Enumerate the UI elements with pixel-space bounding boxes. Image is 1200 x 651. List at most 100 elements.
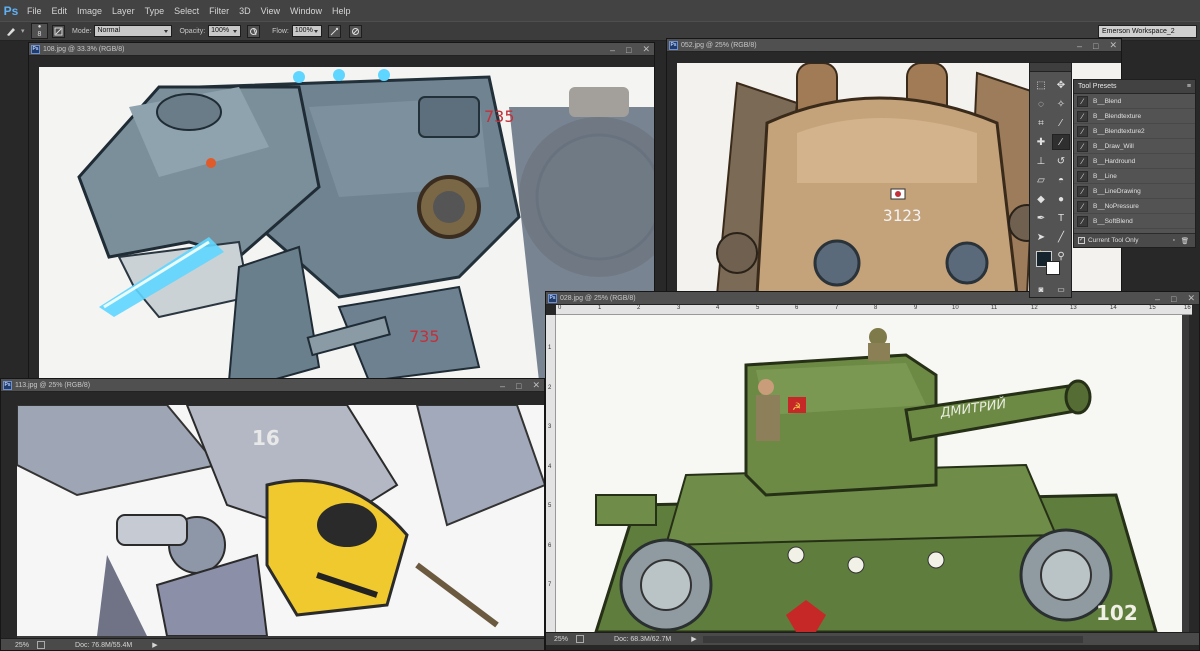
- new-preset-icon[interactable]: ▫: [1173, 237, 1175, 244]
- close-icon[interactable]: ✕: [532, 380, 540, 391]
- airbrush-icon[interactable]: [327, 24, 341, 38]
- brush-panel-toggle-icon[interactable]: [52, 24, 65, 38]
- minimize-icon[interactable]: –: [610, 45, 615, 55]
- type-tool-icon[interactable]: T: [1052, 210, 1070, 226]
- pen-tool-icon[interactable]: ✒: [1032, 210, 1050, 226]
- maximize-icon[interactable]: □: [516, 381, 521, 391]
- maximize-icon[interactable]: □: [626, 45, 631, 55]
- ruler-tick-label: 1: [598, 305, 602, 311]
- panel-menu-icon[interactable]: ≡: [1187, 83, 1191, 90]
- menu-type[interactable]: Type: [140, 6, 170, 16]
- preset-item[interactable]: ∕ B__Blendtexture2: [1074, 124, 1195, 139]
- tools-panel-header[interactable]: [1030, 63, 1071, 72]
- current-tool-only-checkbox[interactable]: ✓: [1078, 237, 1085, 244]
- window-controls: – □ ✕: [1077, 39, 1117, 52]
- document-tab-108[interactable]: Ps 108.jpg @ 33.3% (RGB/8) – □ ✕: [29, 43, 654, 56]
- preset-item[interactable]: ∕ B__LineDrawing: [1074, 184, 1195, 199]
- preset-item[interactable]: ∕ B__NoPressure: [1074, 199, 1195, 214]
- document-tab-113[interactable]: Ps 113.jpg @ 25% (RGB/8) – □ ✕: [1, 379, 544, 392]
- status-info-icon[interactable]: [576, 635, 585, 643]
- background-color-swatch[interactable]: [1046, 261, 1060, 275]
- tools-panel: ⬚ ✥ ◌ ✧ ⌗ ⁄ ✚ ∕ ⊥ ↺ ▱ ◓ ◆ ● ✒ T ➤ ╱ ✋ ⚲ …: [1029, 62, 1072, 298]
- minimize-icon[interactable]: –: [1155, 294, 1160, 304]
- healing-brush-tool-icon[interactable]: ✚: [1032, 134, 1050, 150]
- preset-item[interactable]: ∕ B__Line: [1074, 169, 1195, 184]
- vertical-ruler[interactable]: 1 2 3 4 5 6 7: [546, 315, 556, 632]
- eraser-tool-icon[interactable]: ▱: [1032, 172, 1050, 188]
- status-bar-028: 25% Doc: 68.3M/62.7M ▶: [546, 632, 1199, 645]
- close-icon[interactable]: ✕: [1187, 293, 1195, 304]
- menu-layer[interactable]: Layer: [107, 6, 140, 16]
- history-brush-tool-icon[interactable]: ↺: [1052, 153, 1070, 169]
- brush-tool-icon[interactable]: ∕: [1052, 134, 1070, 150]
- document-window-113: Ps 113.jpg @ 25% (RGB/8) – □ ✕ 16 25% Do: [0, 378, 545, 651]
- blur-tool-icon[interactable]: ◆: [1032, 191, 1050, 207]
- preset-picker-arrow-icon[interactable]: ▾: [21, 27, 31, 35]
- zoom-level-113[interactable]: 25%: [15, 642, 29, 649]
- line-tool-icon[interactable]: ╱: [1052, 229, 1070, 245]
- menu-image[interactable]: Image: [72, 6, 107, 16]
- brush-tool-icon[interactable]: [4, 25, 17, 38]
- paint-bucket-tool-icon[interactable]: ◓: [1052, 172, 1070, 188]
- clone-stamp-tool-icon[interactable]: ⊥: [1032, 153, 1050, 169]
- quick-mask-icon[interactable]: ◙: [1032, 281, 1050, 297]
- close-icon[interactable]: ✕: [1109, 40, 1117, 51]
- document-tab-028[interactable]: Ps 028.jpg @ 25% (RGB/8) – □ ✕: [546, 292, 1199, 305]
- maximize-icon[interactable]: □: [1093, 41, 1098, 51]
- flow-input[interactable]: 100%: [291, 25, 322, 37]
- status-info-icon[interactable]: [37, 641, 46, 649]
- preset-item[interactable]: ∕ B__Blend: [1074, 94, 1195, 109]
- decal-735-leg: 735: [409, 327, 440, 346]
- move-tool-icon[interactable]: ✥: [1052, 77, 1070, 93]
- magic-wand-tool-icon[interactable]: ✧: [1052, 96, 1070, 112]
- zoom-level-028[interactable]: 25%: [554, 636, 568, 643]
- menu-window[interactable]: Window: [285, 6, 327, 16]
- ps-doc-icon: Ps: [31, 44, 40, 54]
- delete-preset-icon[interactable]: 🗑: [1181, 237, 1189, 245]
- current-tool-only-label: Current Tool Only: [1088, 237, 1139, 244]
- canvas-113[interactable]: 16: [17, 405, 544, 636]
- menu-3d[interactable]: 3D: [234, 6, 256, 16]
- brush-preset-icon: ∕: [1077, 155, 1088, 167]
- preset-item[interactable]: ∕ B__SoftBlend: [1074, 214, 1195, 229]
- brush-size-picker[interactable]: ● 8: [31, 23, 48, 39]
- screen-mode-icon[interactable]: ▭: [1052, 281, 1070, 297]
- status-menu-arrow-icon[interactable]: ▶: [152, 641, 157, 649]
- canvas-028[interactable]: ДМИТРИЙ ☭ 102: [556, 315, 1182, 632]
- horizontal-scrollbar[interactable]: [702, 635, 1083, 643]
- mode-dropdown[interactable]: Normal: [94, 25, 173, 37]
- tool-presets-tab[interactable]: Tool Presets ≡: [1074, 80, 1195, 94]
- maximize-icon[interactable]: □: [1171, 294, 1176, 304]
- menu-filter[interactable]: Filter: [204, 6, 234, 16]
- opacity-input[interactable]: 100%: [208, 25, 242, 37]
- menu-help[interactable]: Help: [327, 6, 356, 16]
- crop-tool-icon[interactable]: ⌗: [1032, 115, 1050, 131]
- menu-select[interactable]: Select: [169, 6, 204, 16]
- document-tab-052[interactable]: Ps 052.jpg @ 25% (RGB/8) – □ ✕: [667, 39, 1121, 52]
- dodge-tool-icon[interactable]: ●: [1052, 191, 1070, 207]
- status-menu-arrow-icon[interactable]: ▶: [691, 635, 696, 643]
- vertical-scrollbar[interactable]: [1182, 315, 1189, 632]
- minimize-icon[interactable]: –: [500, 381, 505, 391]
- close-icon[interactable]: ✕: [642, 44, 650, 55]
- path-selection-tool-icon[interactable]: ➤: [1032, 229, 1050, 245]
- preset-item[interactable]: ∕ B__Hardround: [1074, 154, 1195, 169]
- eyedropper-tool-icon[interactable]: ⁄: [1052, 115, 1070, 131]
- size-pressure-icon[interactable]: [348, 24, 362, 38]
- opacity-pressure-icon[interactable]: [247, 24, 261, 38]
- menu-file[interactable]: File: [22, 6, 47, 16]
- menu-view[interactable]: View: [256, 6, 285, 16]
- preset-item[interactable]: ∕ B__Blendtexture: [1074, 109, 1195, 124]
- opacity-label: Opacity:: [179, 27, 206, 35]
- marquee-tool-icon[interactable]: ⬚: [1032, 77, 1050, 93]
- ruler-tick-label: 16: [1184, 305, 1191, 311]
- workspace-dropdown[interactable]: Emerson Workspace_2: [1098, 25, 1197, 38]
- minimize-icon[interactable]: –: [1077, 41, 1082, 51]
- ruler-tick-label: 4: [716, 305, 720, 311]
- flow-label: Flow:: [272, 27, 289, 35]
- preset-item[interactable]: ∕ B__Draw_Will: [1074, 139, 1195, 154]
- ruler-tick-label: 3: [548, 424, 552, 430]
- horizontal-ruler[interactable]: 0 1 2 3 4 5 6 7 8 9 10 11 12 13 14 15 16: [556, 305, 1192, 315]
- menu-edit[interactable]: Edit: [47, 6, 73, 16]
- lasso-tool-icon[interactable]: ◌: [1032, 96, 1050, 112]
